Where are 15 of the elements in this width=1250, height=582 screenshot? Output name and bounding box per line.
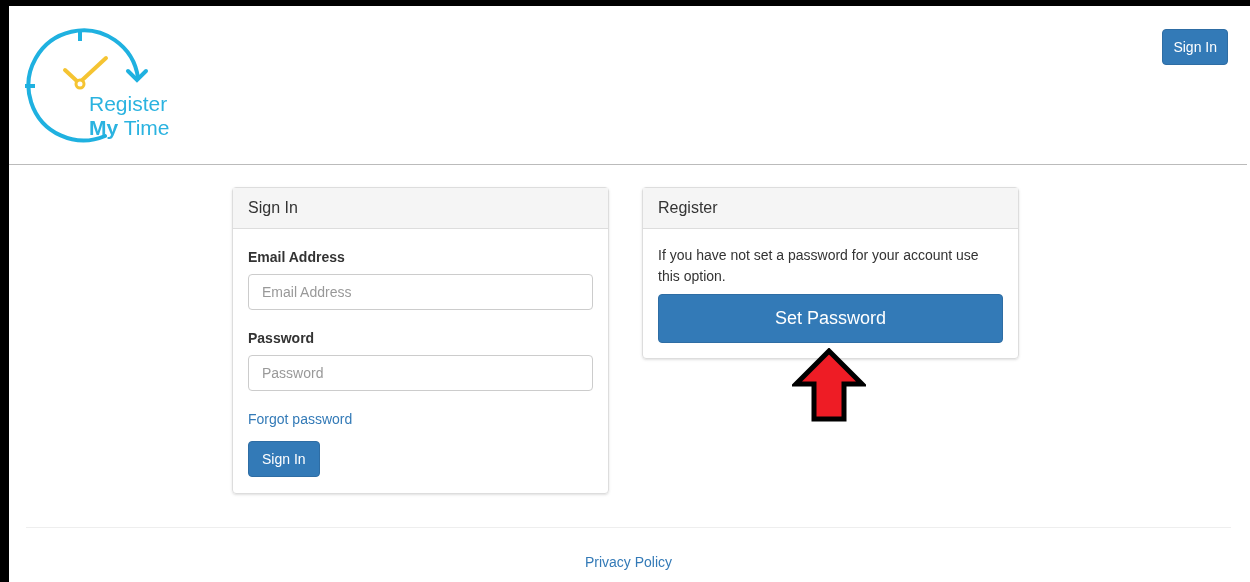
logo-text: Register (89, 92, 169, 116)
sign-in-submit-button[interactable]: Sign In (248, 441, 320, 477)
panel-title: Sign In (233, 188, 608, 229)
register-text: If you have not set a password for your account use this option. (658, 246, 980, 286)
set-password-button[interactable]: Set Password (658, 294, 1003, 343)
logo-text: My Time (89, 116, 170, 140)
up-arrow-icon (792, 348, 866, 422)
forgot-password-link[interactable]: Forgot password (248, 409, 353, 430)
privacy-policy-link[interactable]: Privacy Policy (584, 552, 673, 573)
email-field[interactable]: Email Address (248, 274, 593, 310)
password-field[interactable]: Password (248, 355, 593, 391)
field-label: Email Address (248, 248, 346, 267)
panel-title: Register (643, 188, 1018, 229)
sign-in-button[interactable]: Sign In (1162, 29, 1228, 65)
field-label: Password (248, 329, 316, 348)
